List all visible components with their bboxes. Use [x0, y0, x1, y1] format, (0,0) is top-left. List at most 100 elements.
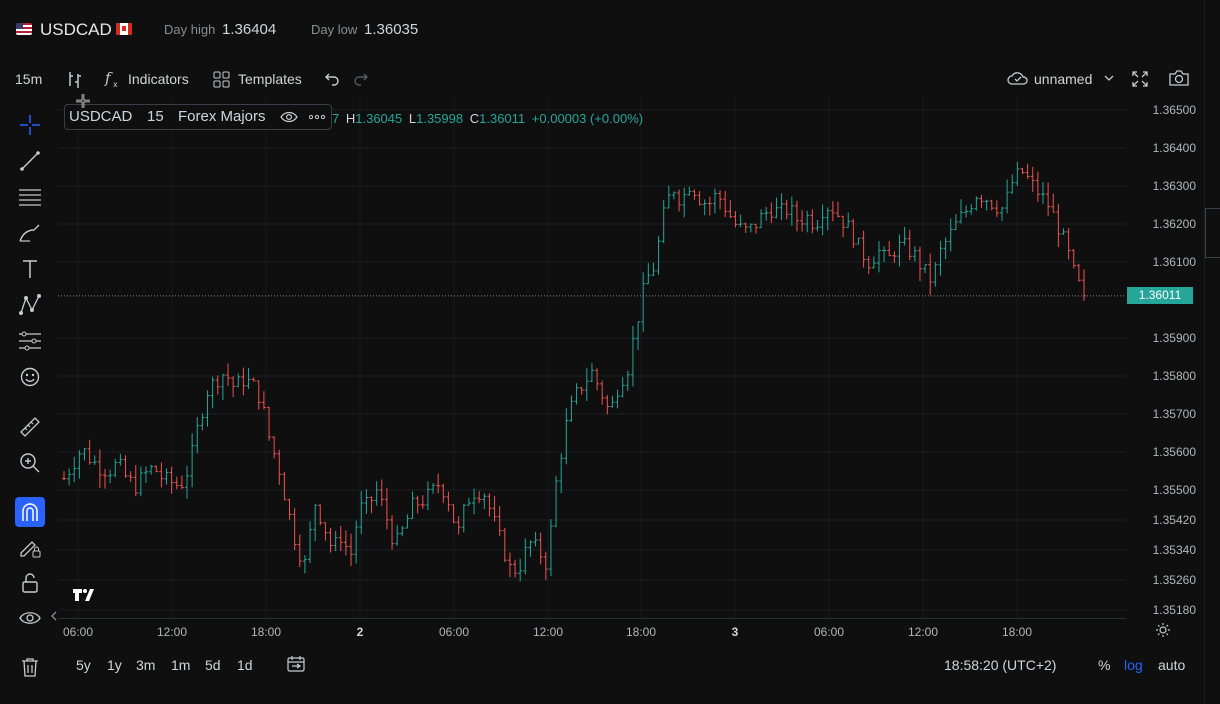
templates-button[interactable]: Templates: [238, 71, 302, 87]
fib-tool[interactable]: [16, 183, 44, 211]
ohlc-bar: [425, 481, 430, 511]
legend-symbol-box[interactable]: USDCAD 15 Forex Majors: [64, 104, 332, 130]
ohlc-bar: [851, 218, 856, 248]
lock-all-tool[interactable]: [16, 569, 44, 597]
ohlc-bar: [174, 476, 179, 490]
time-tick-label: 06:00: [813, 625, 845, 639]
ohlc-bar: [318, 504, 323, 526]
measure-tool[interactable]: [16, 413, 44, 441]
ohlc-bar: [759, 209, 764, 229]
lock-drawing-tool[interactable]: [16, 533, 44, 561]
log-scale-button[interactable]: log: [1124, 657, 1143, 673]
price-tick-label: 1.36300: [1152, 179, 1196, 193]
brush-tool[interactable]: [16, 219, 44, 247]
pattern-tool[interactable]: [16, 291, 44, 319]
price-axis[interactable]: 1.36500 1.36400 1.36300 1.36200 1.36100 1.359…: [1126, 98, 1204, 618]
hide-drawings-tool[interactable]: [16, 605, 44, 633]
us-flag-icon: [16, 23, 32, 35]
range-1y-button[interactable]: 1y: [107, 657, 122, 673]
ohlc-bar: [1071, 249, 1076, 269]
price-chart[interactable]: [58, 98, 1126, 618]
remove-drawings-tool[interactable]: [16, 653, 44, 681]
ohlc-bar: [82, 447, 87, 461]
ohlc-bar: [1061, 228, 1066, 235]
redo-icon[interactable]: [353, 71, 369, 87]
ohlc-bar: [502, 527, 507, 562]
chevron-down-icon[interactable]: [1104, 74, 1114, 82]
ohlc-bar: [692, 189, 697, 200]
layout-name[interactable]: unnamed: [1034, 71, 1092, 87]
price-tick-label: 1.35800: [1152, 369, 1196, 383]
ohlc-bar: [641, 272, 646, 332]
legend-more-icon[interactable]: [308, 114, 326, 120]
magnet-tool[interactable]: [15, 497, 45, 527]
ohlc-bar: [236, 373, 241, 387]
icons-tool[interactable]: [16, 363, 44, 391]
text-tool[interactable]: [16, 255, 44, 283]
ohlc-bar: [651, 262, 656, 276]
ohlc-bar: [723, 190, 728, 218]
crosshair-tool[interactable]: [16, 111, 44, 139]
header-symbol[interactable]: USDCAD: [40, 20, 112, 40]
cloud-save-icon[interactable]: [1006, 69, 1030, 87]
range-5y-button[interactable]: 5y: [76, 657, 91, 673]
ohlc-bar: [1051, 193, 1056, 213]
ohlc-bar: [748, 223, 753, 233]
ohlc-bar: [953, 213, 958, 231]
collapse-toolbar-chevron-icon[interactable]: [50, 611, 58, 621]
ohlc-bar: [564, 408, 569, 465]
range-5d-button[interactable]: 5d: [205, 657, 221, 673]
zoom-tool[interactable]: [16, 449, 44, 477]
interval-button[interactable]: 15m: [15, 71, 42, 87]
indicators-fx-icon[interactable]: f x: [104, 69, 122, 89]
camera-icon[interactable]: [1168, 69, 1190, 87]
undo-icon[interactable]: [324, 71, 340, 87]
ohlc-bar: [292, 508, 297, 550]
ohlc-bar: [195, 417, 200, 454]
ohlc-bar: [682, 187, 687, 218]
go-to-date-icon[interactable]: [287, 656, 305, 672]
ohlc-bar: [835, 201, 840, 218]
percent-scale-button[interactable]: %: [1098, 657, 1110, 673]
legend-eye-icon[interactable]: [280, 110, 298, 124]
ohlc-bar: [1010, 174, 1015, 195]
ohlc-bar: [354, 520, 359, 564]
trend-line-tool[interactable]: [16, 147, 44, 175]
top-toolbar: 15m f x Indicators Templates unnamed: [0, 64, 1204, 94]
ohlc-bar: [1035, 171, 1040, 202]
range-3m-button[interactable]: 3m: [136, 657, 155, 673]
ohlc-bar: [1025, 163, 1030, 180]
fullscreen-icon[interactable]: [1131, 70, 1149, 88]
time-axis[interactable]: 06:00 12:00 18:00 2 06:00 12:00 18:00 3 06:00 12:…: [58, 618, 1126, 645]
time-tick-label: 3: [731, 625, 739, 639]
watchlist-selected-item[interactable]: [1205, 208, 1220, 258]
ohlc-bar: [815, 220, 820, 232]
price-tick-label: 1.35900: [1152, 331, 1196, 345]
indicators-button[interactable]: Indicators: [128, 71, 189, 87]
ohlc-bar: [328, 527, 333, 553]
ohlc-bar: [128, 471, 133, 482]
trend-line-icon: [20, 151, 40, 171]
ohlc-bar: [246, 367, 251, 389]
ohlc-bar: [769, 202, 774, 223]
ohlc-bar: [97, 449, 102, 488]
ohlc-bar: [887, 241, 892, 257]
price-tick-label: 1.35420: [1152, 513, 1196, 527]
ohlc-bar: [733, 211, 738, 228]
prediction-tool[interactable]: [16, 327, 44, 355]
range-1d-button[interactable]: 1d: [237, 657, 253, 673]
bar-style-icon[interactable]: [66, 70, 84, 88]
range-1m-button[interactable]: 1m: [171, 657, 190, 673]
ohlc-bar: [431, 482, 436, 494]
ohlc-bar: [620, 377, 625, 398]
legend-h-label: H: [345, 111, 356, 126]
chart-settings-gear-icon[interactable]: [1155, 622, 1171, 638]
auto-scale-button[interactable]: auto: [1158, 657, 1185, 673]
ohlc-bar: [149, 464, 154, 475]
templates-grid-icon[interactable]: [213, 71, 230, 88]
ohlc-bar: [718, 190, 723, 210]
trash-icon: [22, 658, 38, 677]
eye-icon: [19, 612, 41, 624]
ohlc-bar: [1015, 161, 1020, 187]
clock-timezone[interactable]: 18:58:20 (UTC+2): [944, 657, 1056, 673]
